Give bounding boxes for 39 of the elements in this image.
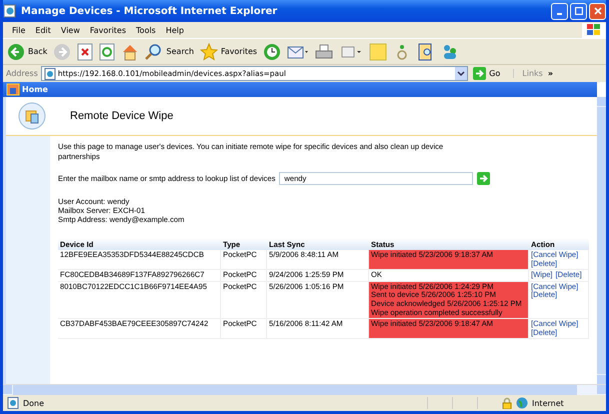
menu-item[interactable]: Favorites [84, 26, 132, 34]
dropdown-icon[interactable] [455, 67, 468, 80]
star-icon [200, 42, 218, 60]
go-button[interactable]: Go [471, 67, 510, 80]
back-button[interactable]: Back [7, 42, 48, 60]
arrow-icon [473, 67, 486, 80]
menu-item[interactable]: Help [160, 26, 189, 34]
zone-text: Internet [532, 398, 565, 408]
search-button[interactable]: Search [145, 42, 194, 60]
close-button[interactable] [589, 2, 606, 20]
menu-item[interactable]: File [7, 26, 30, 34]
page-icon [44, 68, 56, 80]
menu-item[interactable]: View [56, 26, 85, 34]
menu-item[interactable]: Edit [30, 26, 56, 34]
close-icon [594, 7, 602, 15]
favorites-button[interactable]: Favorites [200, 42, 258, 60]
minimize-button[interactable] [551, 2, 568, 20]
window-title: Manage Devices - Microsoft Internet Explorer [21, 6, 278, 16]
home-icon[interactable] [121, 42, 140, 60]
house-icon [6, 83, 20, 96]
search-icon [145, 42, 164, 60]
more-chevron[interactable]: » [548, 69, 603, 78]
lookup-go-button[interactable] [477, 172, 490, 185]
stop-icon[interactable] [77, 42, 94, 60]
page-heading: Remote Device Wipe [70, 110, 174, 122]
status-text: Done [23, 398, 46, 408]
home-title: Home [22, 85, 48, 94]
maximize-button[interactable] [570, 2, 587, 20]
maximize-icon [574, 7, 582, 15]
printer-icon[interactable] [315, 42, 334, 60]
history-icon[interactable] [263, 42, 282, 60]
address-label: Address [6, 69, 38, 78]
note-icon[interactable] [369, 42, 388, 60]
lock-icon [502, 397, 512, 409]
page-icon [7, 397, 19, 409]
refresh-icon[interactable] [99, 42, 116, 60]
device-folder-icon [18, 102, 46, 130]
menu-item[interactable]: Tools [131, 26, 161, 34]
arrow-icon [477, 172, 490, 185]
